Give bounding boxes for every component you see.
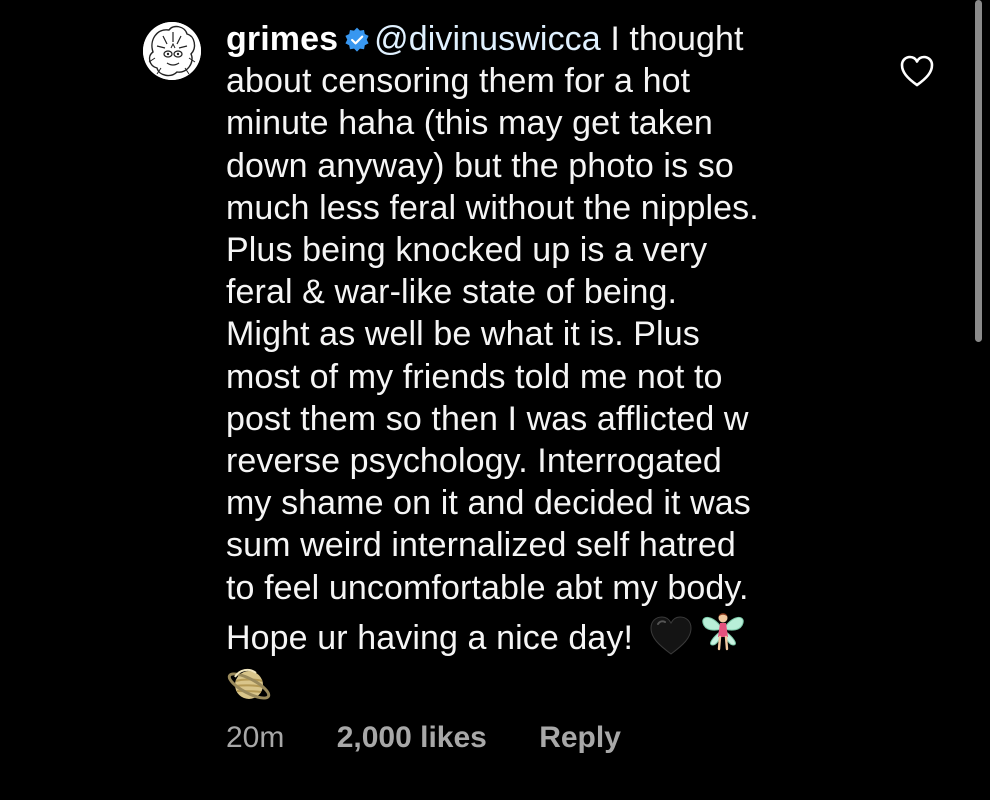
comment-line: Plus being knocked up is a very <box>226 231 708 270</box>
like-button[interactable] <box>899 54 935 88</box>
comment-line: sum weird internalized self hatred <box>226 526 736 565</box>
comment-line: post them so then I was afflicted w <box>226 399 749 438</box>
comment-line: down anyway) but the photo is so <box>226 146 734 185</box>
comment-line-1: grimes @divinuswicca I thought <box>226 18 866 60</box>
comment: grimes @divinuswicca I thought about cens… <box>0 0 990 800</box>
comment-emoji-line <box>226 659 866 705</box>
likes-count-button[interactable]: 2,000 likes <box>337 718 487 758</box>
fairy-emoji <box>702 613 744 651</box>
comment-last-line: Hope ur having a nice day! <box>226 609 866 659</box>
comment-last-line-text: Hope ur having a nice day! <box>226 618 643 657</box>
comment-line: much less feral without the nipples. <box>226 188 759 227</box>
comment-line: feral & war-like state of being. <box>226 273 678 312</box>
reply-button[interactable]: Reply <box>539 718 621 758</box>
comment-text: grimes @divinuswicca I thought about cens… <box>226 18 866 705</box>
avatar[interactable] <box>143 22 201 80</box>
mention-link[interactable]: @divinuswicca <box>374 20 601 58</box>
comment-meta: 20m 2,000 likes Reply <box>226 718 621 758</box>
comment-timestamp: 20m <box>226 721 285 754</box>
comment-line: my shame on it and decided it was <box>226 484 751 523</box>
verified-badge-icon <box>345 27 369 52</box>
comment-line: most of my friends told me not to <box>226 357 723 396</box>
scrollbar[interactable] <box>975 0 982 342</box>
comment-line: about censoring them for a hot <box>226 62 691 101</box>
comment-line: reverse psychology. Interrogated <box>226 442 722 481</box>
heart-outline-icon <box>900 55 934 87</box>
comment-line: minute haha (this may get taken <box>226 104 713 143</box>
comment-line: to feel uncomfortable abt my body. <box>226 568 749 607</box>
black-heart-emoji <box>650 616 692 655</box>
comment-line-1-text: I thought <box>600 20 744 58</box>
avatar-illustration-icon <box>143 22 201 80</box>
comment-line: Might as well be what it is. Plus <box>226 315 700 354</box>
ringed-planet-emoji <box>227 668 271 700</box>
username-link[interactable]: grimes <box>226 20 338 58</box>
